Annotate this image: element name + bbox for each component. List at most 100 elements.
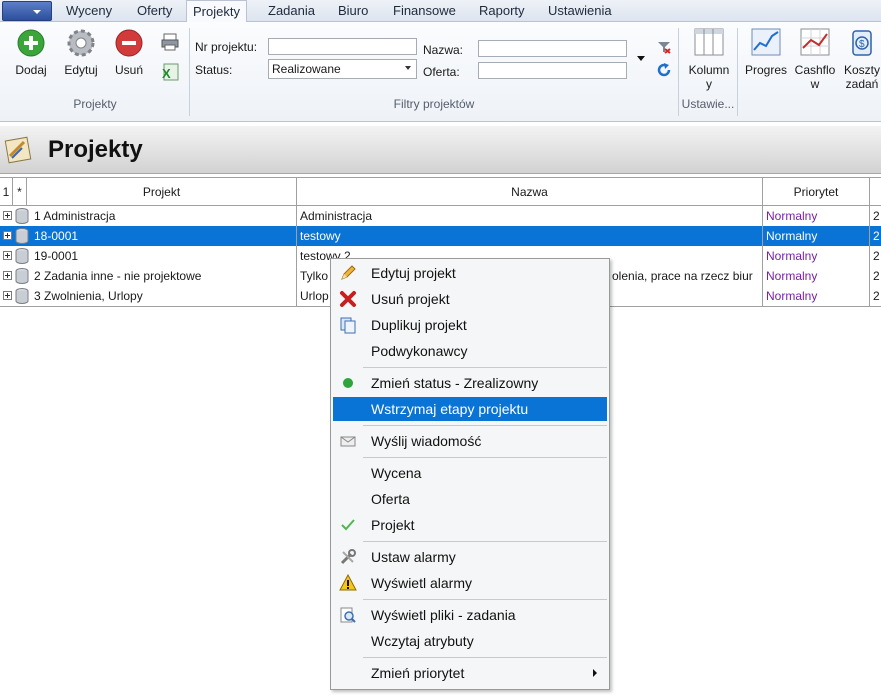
cashflow-button[interactable]: Cashflo w <box>792 26 838 91</box>
expand-icon[interactable] <box>3 251 12 260</box>
tab-zadania[interactable]: Zadania <box>262 0 321 22</box>
application-menu-button[interactable] <box>2 1 52 21</box>
column-header-projekt[interactable]: Projekt <box>27 178 297 206</box>
column-header-number[interactable]: 1 <box>0 178 13 206</box>
table-row[interactable]: 1 Administracja Administracja Normalny 2 <box>0 206 881 226</box>
pencil-icon <box>341 265 356 280</box>
menu-item-wyswietl-pliki[interactable]: Wyświetl pliki - zadania <box>333 603 607 627</box>
menu-separator <box>363 425 607 426</box>
filter-expand-arrow-icon[interactable] <box>637 56 645 61</box>
refresh-icon[interactable] <box>656 62 672 78</box>
menu-item-wycena[interactable]: Wycena <box>333 461 607 485</box>
add-icon <box>17 29 45 57</box>
cell-extra: 2 <box>873 209 880 223</box>
database-icon <box>15 288 29 304</box>
menu-item-label: Wycena <box>371 465 422 481</box>
delete-button[interactable]: Usuń <box>110 28 148 77</box>
excel-export-icon[interactable]: X <box>160 62 180 82</box>
menu-item-label: Zmień priorytet <box>371 665 465 681</box>
ribbon-tab-bar: Wyceny Oferty Projekty Zadania Biuro Fin… <box>0 0 881 23</box>
checkmark-icon <box>341 519 355 531</box>
column-divider <box>762 177 763 306</box>
menu-item-zmien-status[interactable]: Zmień status - Zrealizowny <box>333 371 607 395</box>
menu-item-edytuj[interactable]: Edytuj projekt <box>333 261 607 285</box>
expand-icon[interactable] <box>3 211 12 220</box>
menu-item-label: Wyślij wiadomość <box>371 433 482 449</box>
page-header: Projekty <box>0 126 881 174</box>
ribbon: Dodaj Edytuj Usuń X Projekty Nr projektu… <box>0 22 881 122</box>
koszty-button[interactable]: $ Koszty zadań <box>840 26 881 91</box>
cell-projekt: 3 Zwolnienia, Urlopy <box>34 289 143 303</box>
envelope-icon <box>340 436 356 447</box>
grid-header: 1 * Projekt Nazwa Priorytet <box>0 177 881 206</box>
cell-projekt: 18-0001 <box>34 229 79 243</box>
cell-priorytet: Normalny <box>766 269 818 283</box>
filter-name-input[interactable] <box>478 40 627 57</box>
column-header-priorytet[interactable]: Priorytet <box>763 178 870 206</box>
progres-button[interactable]: Progres <box>742 26 790 77</box>
menu-item-ustaw-alarmy[interactable]: Ustaw alarmy <box>333 545 607 569</box>
menu-item-label: Usuń projekt <box>371 291 450 307</box>
delete-label: Usuń <box>114 63 143 77</box>
cell-projekt: 1 Administracja <box>34 209 116 223</box>
cell-nazwa-tail: olenia, prace na rzecz biur <box>612 269 753 283</box>
edit-button[interactable]: Edytuj <box>58 28 104 77</box>
table-row-selected[interactable]: 18-0001 testowy Normalny 2 <box>0 226 881 246</box>
expand-icon[interactable] <box>3 291 12 300</box>
tab-projekty[interactable]: Projekty <box>186 0 247 23</box>
progress-chart-icon <box>751 28 781 56</box>
filter-status-label: Status: <box>195 63 233 77</box>
menu-separator <box>363 599 607 600</box>
group-label-filtry: Filtry projektów <box>393 97 475 111</box>
cell-projekt: 2 Zadania inne - nie projektowe <box>34 269 202 283</box>
column-header-star[interactable]: * <box>13 178 27 206</box>
filter-status-select[interactable]: Realizowane <box>268 59 417 79</box>
progres-label: Progres <box>744 63 788 77</box>
koszty-label-1: Koszty <box>843 63 880 77</box>
menu-item-wczytaj-atrybuty[interactable]: Wczytaj atrybuty <box>333 629 607 653</box>
tab-finansowe[interactable]: Finansowe <box>387 0 462 22</box>
menu-item-label: Edytuj projekt <box>371 265 456 281</box>
columns-button[interactable]: Kolumn y <box>683 26 735 91</box>
menu-item-label: Wstrzymaj etapy projektu <box>371 401 529 417</box>
menu-separator <box>363 541 607 542</box>
page-title: Projekty <box>48 136 143 163</box>
remove-icon <box>115 29 143 57</box>
tab-raporty[interactable]: Raporty <box>473 0 531 22</box>
clear-filter-icon[interactable] <box>656 40 672 54</box>
tab-biuro[interactable]: Biuro <box>332 0 374 22</box>
add-button[interactable]: Dodaj <box>10 28 52 77</box>
expand-icon[interactable] <box>3 271 12 280</box>
database-icon <box>15 248 29 264</box>
tab-wyceny[interactable]: Wyceny <box>60 0 118 22</box>
cell-extra: 2 <box>873 289 880 303</box>
filter-nr-input[interactable] <box>268 38 417 55</box>
menu-item-wyswietl-alarmy[interactable]: Wyświetl alarmy <box>333 571 607 595</box>
filter-name-label: Nazwa: <box>423 43 464 57</box>
warning-icon <box>339 574 357 591</box>
menu-item-usun[interactable]: Usuń projekt <box>333 287 607 311</box>
menu-item-podwykonawcy[interactable]: Podwykonawcy <box>333 339 607 363</box>
menu-item-label: Podwykonawcy <box>371 343 468 359</box>
tab-ustawienia[interactable]: Ustawienia <box>542 0 618 22</box>
menu-separator <box>363 657 607 658</box>
filter-offer-input[interactable] <box>478 62 627 79</box>
submenu-arrow-icon <box>593 669 597 677</box>
menu-separator <box>363 457 607 458</box>
cell-priorytet: Normalny <box>766 289 818 303</box>
gear-icon <box>67 29 95 57</box>
menu-item-wyslij[interactable]: Wyślij wiadomość <box>333 429 607 453</box>
expand-icon[interactable] <box>3 231 12 240</box>
menu-item-label: Zmień status - Zrealizowny <box>371 375 539 391</box>
menu-item-zmien-priorytet[interactable]: Zmień priorytet <box>333 661 607 685</box>
cell-priorytet: Normalny <box>766 249 818 263</box>
menu-item-duplikuj[interactable]: Duplikuj projekt <box>333 313 607 337</box>
context-menu: Edytuj projekt Usuń projekt Duplikuj pro… <box>330 258 610 690</box>
svg-text:$: $ <box>859 39 865 50</box>
menu-item-wstrzymaj[interactable]: Wstrzymaj etapy projektu <box>333 397 607 421</box>
column-header-nazwa[interactable]: Nazwa <box>297 178 763 206</box>
printer-icon[interactable] <box>160 32 180 52</box>
menu-item-oferta[interactable]: Oferta <box>333 487 607 511</box>
menu-item-projekt[interactable]: Projekt <box>333 513 607 537</box>
tab-oferty[interactable]: Oferty <box>131 0 178 22</box>
